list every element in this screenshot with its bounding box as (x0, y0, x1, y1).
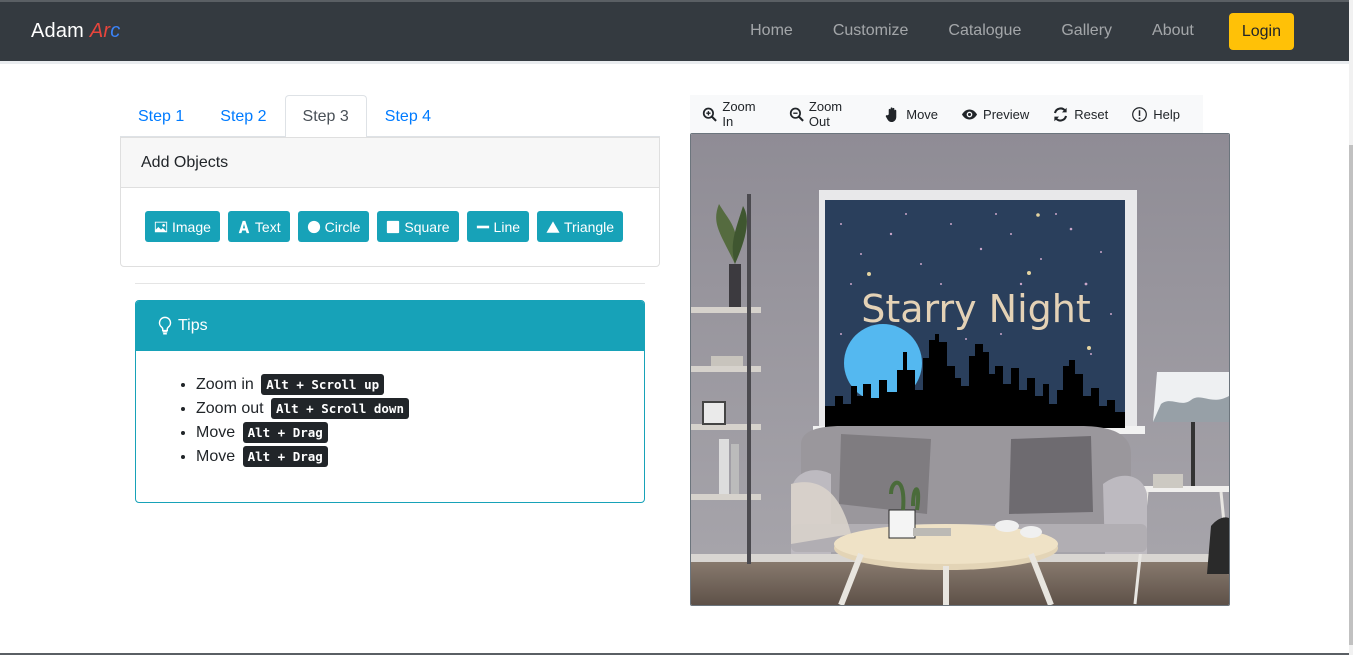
tip-shortcut: Alt + Drag (242, 446, 328, 467)
move-label: Move (906, 106, 939, 122)
reset-button[interactable]: Reset (1052, 106, 1108, 123)
tip-shortcut: Alt + Scroll up (261, 374, 385, 395)
tip-label: Move (196, 448, 236, 465)
brand-logo[interactable]: Adam Arc (31, 20, 120, 43)
tip-item: Move Alt + Drag (196, 421, 644, 445)
help-button[interactable]: Help (1131, 106, 1180, 123)
add-circle-button[interactable]: Circle (297, 211, 370, 242)
help-icon (1132, 106, 1148, 122)
nav-customize[interactable]: Customize (813, 11, 929, 51)
reset-icon (1054, 106, 1068, 122)
tip-item: Move Alt + Drag (196, 445, 644, 469)
image-icon (154, 221, 168, 232)
tips-title: Tips (178, 317, 208, 334)
add-line-label: Line (493, 218, 521, 235)
add-image-button[interactable]: Image (145, 211, 220, 242)
eye-icon (961, 108, 978, 120)
add-circle-label: Circle (324, 218, 361, 235)
square-icon (387, 220, 400, 233)
text-icon (238, 220, 250, 233)
circle-icon (307, 220, 320, 233)
canvas-toolbar: Zoom In Zoom Out Move Preview Reset Help (690, 95, 1203, 133)
zoom-in-label: Zoom In (722, 99, 756, 129)
step-tabs: Step 1 Step 2 Step 3 Step 4 (120, 95, 660, 138)
nav-home[interactable]: Home (750, 11, 813, 51)
add-text-button[interactable]: Text (227, 211, 290, 242)
nav-about[interactable]: About (1132, 11, 1214, 51)
add-objects-card: Add Objects Image Text Circle Square Lin… (120, 137, 660, 267)
tab-step-2[interactable]: Step 2 (202, 95, 284, 137)
brand-name: Adam (31, 20, 85, 42)
tip-label: Zoom in (196, 376, 254, 393)
add-square-button[interactable]: Square (377, 211, 459, 242)
hand-icon (886, 106, 897, 122)
add-text-label: Text (254, 218, 281, 235)
design-title[interactable]: Starry Night (861, 287, 1091, 331)
blind-design: Starry Night (825, 200, 1125, 428)
nav-gallery[interactable]: Gallery (1041, 11, 1132, 51)
nav-catalogue[interactable]: Catalogue (928, 11, 1041, 51)
move-button[interactable]: Move (884, 106, 938, 123)
add-triangle-label: Triangle (564, 218, 615, 235)
tips-list: Zoom in Alt + Scroll up Zoom out Alt + S… (136, 351, 644, 469)
line-icon (476, 225, 489, 228)
zoom-out-label: Zoom Out (808, 99, 843, 129)
reset-label: Reset (1074, 106, 1109, 122)
tip-item: Zoom out Alt + Scroll down (196, 397, 644, 421)
tip-label: Move (196, 424, 236, 441)
tip-label: Zoom out (196, 400, 264, 417)
navbar: Adam Arc Home Customize Catalogue Galler… (0, 0, 1349, 61)
lightbulb-icon (158, 316, 172, 335)
tip-item: Zoom in Alt + Scroll up (196, 373, 644, 397)
nav-links: Home Customize Catalogue Gallery About L… (750, 11, 1294, 51)
add-line-button[interactable]: Line (466, 211, 530, 242)
preview-label: Preview (983, 106, 1030, 122)
zoom-in-button[interactable]: Zoom In (702, 99, 766, 129)
tab-step-4[interactable]: Step 4 (367, 95, 449, 137)
login-button[interactable]: Login (1228, 12, 1294, 50)
add-image-label: Image (172, 218, 211, 235)
tab-step-1[interactable]: Step 1 (120, 95, 202, 137)
tips-header: Tips (136, 301, 644, 351)
zoom-in-icon (702, 107, 717, 122)
zoom-out-icon (789, 107, 804, 122)
preview-button[interactable]: Preview (961, 106, 1029, 123)
brand-accent: Arc (89, 20, 121, 42)
divider (135, 283, 645, 284)
zoom-out-button[interactable]: Zoom Out (789, 99, 862, 129)
add-objects-title: Add Objects (121, 138, 659, 188)
add-triangle-button[interactable]: Triangle (537, 211, 624, 242)
tip-shortcut: Alt + Scroll down (271, 398, 409, 419)
help-label: Help (1153, 106, 1180, 122)
scrollbar-thumb[interactable] (1349, 145, 1353, 645)
design-canvas[interactable]: Starry Night (690, 133, 1230, 606)
triangle-icon (546, 220, 560, 233)
room-mockup-image: Starry Night (691, 134, 1229, 605)
add-objects-buttons: Image Text Circle Square Line Triangle (121, 188, 659, 242)
add-square-label: Square (404, 218, 450, 235)
tip-shortcut: Alt + Drag (242, 422, 328, 443)
navbar-separator (0, 61, 1349, 64)
tab-step-3[interactable]: Step 3 (284, 95, 367, 138)
tips-card: Tips Zoom in Alt + Scroll up Zoom out Al… (135, 300, 645, 503)
